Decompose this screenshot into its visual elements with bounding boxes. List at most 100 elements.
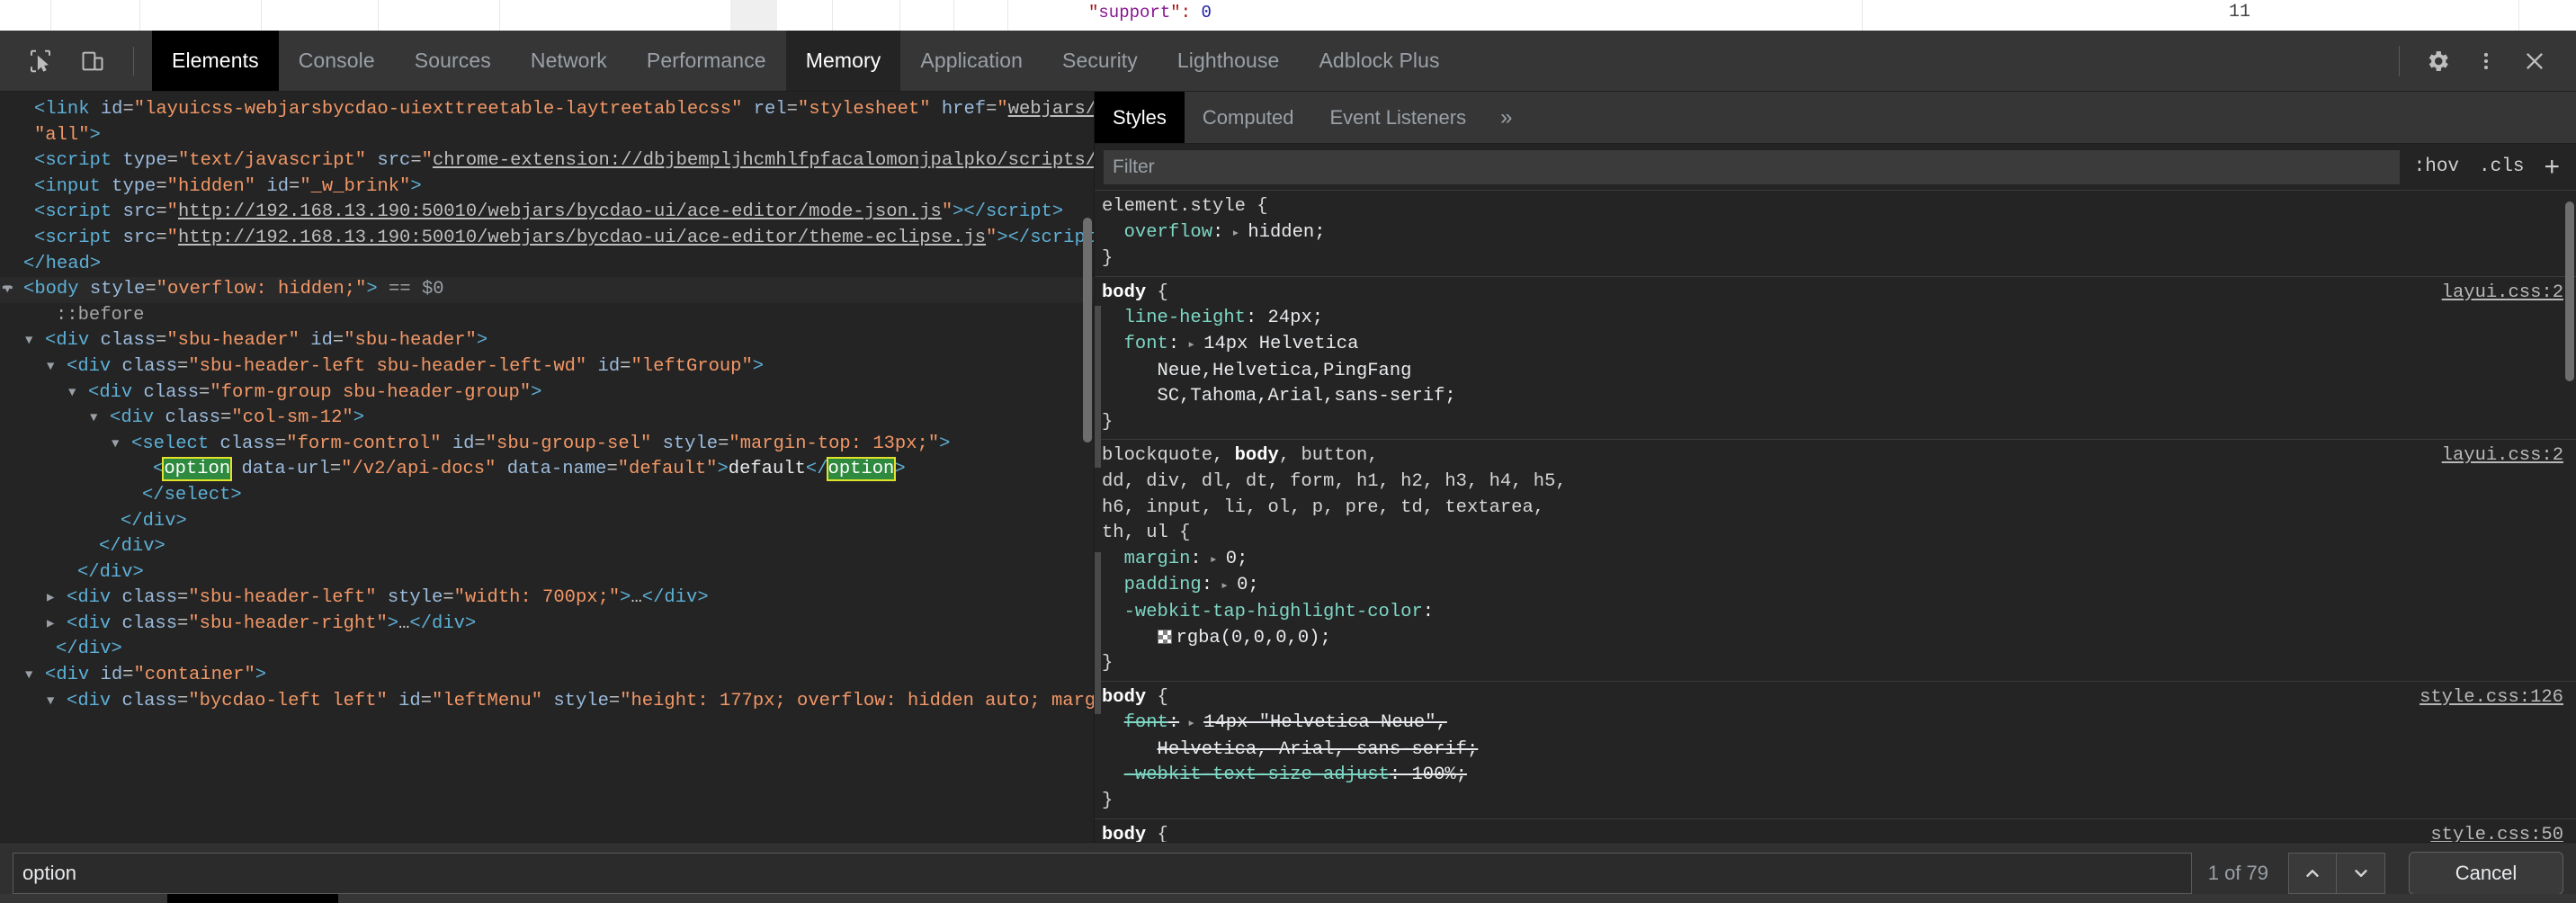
css-selector[interactable]: element.style {	[1102, 194, 2576, 220]
devtools-window: Elements Console Sources Network Performance…	[0, 31, 2576, 903]
styles-tab-computed[interactable]: Computed	[1185, 92, 1312, 143]
css-declaration[interactable]: SC,Tahoma,Arial,sans-serif;	[1102, 384, 2576, 410]
dom-tree-line[interactable]: </div>	[0, 509, 1094, 535]
css-rule[interactable]: blockquote, body, button, layui.css:2 dd, …	[1095, 440, 2576, 682]
dom-tree-line[interactable]: ▶ <div class="sbu-header-right">…</div>	[0, 612, 1094, 638]
css-declaration[interactable]: line-height: 24px;	[1102, 306, 2576, 332]
dom-tree-line[interactable]: </div>	[0, 637, 1094, 663]
css-origin-link[interactable]: style.css:126	[2419, 685, 2563, 711]
expand-arrow-icon[interactable]: ▼	[25, 663, 40, 689]
sliver-line-number: 11	[2229, 2, 2251, 22]
search-next-button[interactable]	[2337, 852, 2385, 894]
dom-tree-line[interactable]: "all">	[0, 123, 1094, 149]
dom-tree-line[interactable]: <link id="layuicss-webjarsbycdao-uiexttr…	[0, 97, 1094, 123]
css-rule[interactable]: body {layui.css:2 line-height: 24px; fon…	[1095, 277, 2576, 441]
styles-pane-resize-grip-2[interactable]	[1095, 552, 1101, 714]
css-declaration[interactable]: Neue,Helvetica,PingFang	[1102, 359, 2576, 385]
collapse-arrow-icon[interactable]: ▶	[47, 612, 61, 638]
panel-tab-list: Elements Console Sources Network Performance…	[152, 31, 2386, 91]
css-declaration[interactable]: -webkit-text-size-adjust: 100%;	[1102, 763, 2576, 789]
search-match-count: 1 of 79	[2207, 861, 2268, 884]
dom-tree-line[interactable]: ▼ <div id="container">	[0, 663, 1094, 689]
css-selector[interactable]: body {style.css:126	[1102, 685, 2576, 711]
css-origin-link[interactable]: layui.css:2	[2442, 443, 2563, 469]
css-declaration[interactable]: font: ▸ 14px "Helvetica Neue",	[1102, 711, 2576, 738]
styles-tabs-overflow-icon[interactable]: »	[1484, 92, 1528, 143]
css-declaration[interactable]: rgba(0,0,0,0);	[1102, 626, 2576, 652]
expand-arrow-icon[interactable]: ▼	[90, 406, 104, 432]
more-vertical-icon[interactable]	[2463, 38, 2509, 85]
cls-toggle[interactable]: .cls	[2473, 156, 2529, 177]
tab-network[interactable]: Network	[511, 31, 627, 91]
tab-lighthouse[interactable]: Lighthouse	[1158, 31, 1300, 91]
expand-arrow-icon[interactable]: ▼	[112, 432, 126, 458]
css-rule[interactable]: body {style.css:126 font: ▸ 14px "Helvet…	[1095, 682, 2576, 819]
styles-tab-styles[interactable]: Styles	[1095, 92, 1185, 143]
styles-tab-event-listeners[interactable]: Event Listeners	[1311, 92, 1484, 143]
css-declaration[interactable]: margin: ▸ 0;	[1102, 547, 2576, 574]
dom-tree-line[interactable]: ▶ <div class="sbu-header-left" style="wid…	[0, 586, 1094, 612]
device-toolbar-icon[interactable]	[68, 37, 117, 85]
sliver-grid	[0, 0, 2576, 31]
expand-arrow-icon[interactable]: ▼	[4, 277, 18, 303]
dom-tree-line[interactable]: ▼ <div class="form-group sbu-header-group…	[0, 380, 1094, 407]
dom-tree[interactable]: <link id="layuicss-webjarsbycdao-uiexttr…	[0, 92, 1094, 854]
tab-performance[interactable]: Performance	[627, 31, 786, 91]
tab-adblock-plus[interactable]: Adblock Plus	[1299, 31, 1459, 91]
css-selector[interactable]: blockquote, body, button, layui.css:2	[1102, 443, 2576, 469]
collapse-arrow-icon[interactable]: ▶	[47, 586, 61, 612]
dom-tree-line[interactable]: <option data-url="/v2/api-docs" data-nam…	[0, 457, 1094, 483]
search-prev-button[interactable]	[2288, 852, 2337, 894]
close-icon[interactable]	[2511, 38, 2558, 85]
css-rule[interactable]: element.style { overflow: ▸ hidden;}	[1095, 191, 2576, 277]
dom-tree-line[interactable]: <script src="http://192.168.13.190:50010…	[0, 200, 1094, 226]
css-declaration[interactable]: font: ▸ 14px Helvetica	[1102, 332, 2576, 359]
dom-tree-line[interactable]: ▼ <div class="sbu-header-left sbu-header-…	[0, 354, 1094, 380]
css-declaration[interactable]: Helvetica, Arial, sans-serif;	[1102, 738, 2576, 764]
dom-tree-line[interactable]: </head>	[0, 252, 1094, 278]
dom-tree-line[interactable]: ▼ <div class="bycdao-left left" id="leftM…	[0, 689, 1094, 715]
hov-toggle[interactable]: :hov	[2409, 156, 2464, 177]
tab-security[interactable]: Security	[1042, 31, 1158, 91]
search-input[interactable]	[13, 852, 2192, 894]
gear-icon[interactable]	[2414, 38, 2461, 85]
dom-tree-line[interactable]: </div>	[0, 560, 1094, 586]
toolbar-divider	[133, 46, 134, 76]
dom-tree-line[interactable]: <input type="hidden" id="_w_brink">	[0, 174, 1094, 201]
dom-tree-line[interactable]: ▼ <div class="sbu-header" id="sbu-header"…	[0, 328, 1094, 354]
styles-pane-scrollbar[interactable]	[2565, 201, 2574, 381]
dom-tree-line[interactable]: </select>	[0, 483, 1094, 509]
expand-arrow-icon[interactable]: ▼	[47, 354, 61, 380]
css-declaration[interactable]: overflow: ▸ hidden;	[1102, 220, 2576, 247]
dom-tree-line[interactable]: ▼ <select class="form-control" id="sbu-gr…	[0, 432, 1094, 458]
expand-arrow-icon[interactable]: ▼	[47, 689, 61, 715]
dom-tree-scrollbar[interactable]	[1083, 218, 1092, 443]
css-origin-link[interactable]: layui.css:2	[2442, 281, 2563, 307]
styles-rules-list[interactable]: element.style { overflow: ▸ hidden;} body…	[1095, 191, 2576, 903]
css-declaration[interactable]: padding: ▸ 0;	[1102, 573, 2576, 600]
expand-arrow-icon[interactable]: ▼	[25, 328, 40, 354]
expand-arrow-icon[interactable]: ▼	[68, 380, 83, 407]
dom-tree-line[interactable]: ⋯ ▼ <body style="overflow: hidden;"> == $0	[0, 277, 1094, 303]
cursor-select-icon[interactable]	[16, 37, 65, 85]
styles-filter-bar: :hov .cls +	[1095, 144, 2576, 191]
css-selector-continuation: th, ul {	[1102, 523, 1191, 544]
css-selector[interactable]: body {layui.css:2	[1102, 281, 2576, 307]
tab-console[interactable]: Console	[279, 31, 395, 91]
css-declaration[interactable]: -webkit-tap-highlight-color:	[1102, 600, 2576, 626]
new-style-rule-button[interactable]: +	[2538, 153, 2569, 181]
tab-application[interactable]: Application	[900, 31, 1042, 91]
tab-elements[interactable]: Elements	[152, 31, 279, 91]
tab-sources[interactable]: Sources	[395, 31, 511, 91]
cancel-button[interactable]: Cancel	[2409, 851, 2563, 895]
dom-tree-line[interactable]: ::before	[0, 303, 1094, 329]
drawer-edge-active	[167, 894, 338, 903]
styles-pane-resize-grip[interactable]	[1095, 306, 1101, 468]
dom-tree-line[interactable]: <script src="http://192.168.13.190:50010…	[0, 226, 1094, 252]
styles-filter-input[interactable]	[1104, 149, 2400, 184]
dom-tree-line[interactable]: ▼ <div class="col-sm-12">	[0, 406, 1094, 432]
tab-memory[interactable]: Memory	[785, 31, 901, 91]
dom-tree-line[interactable]: </div>	[0, 534, 1094, 560]
devtools-toolbar-right	[2386, 31, 2576, 91]
dom-tree-line[interactable]: <script type="text/javascript" src="chro…	[0, 148, 1094, 174]
